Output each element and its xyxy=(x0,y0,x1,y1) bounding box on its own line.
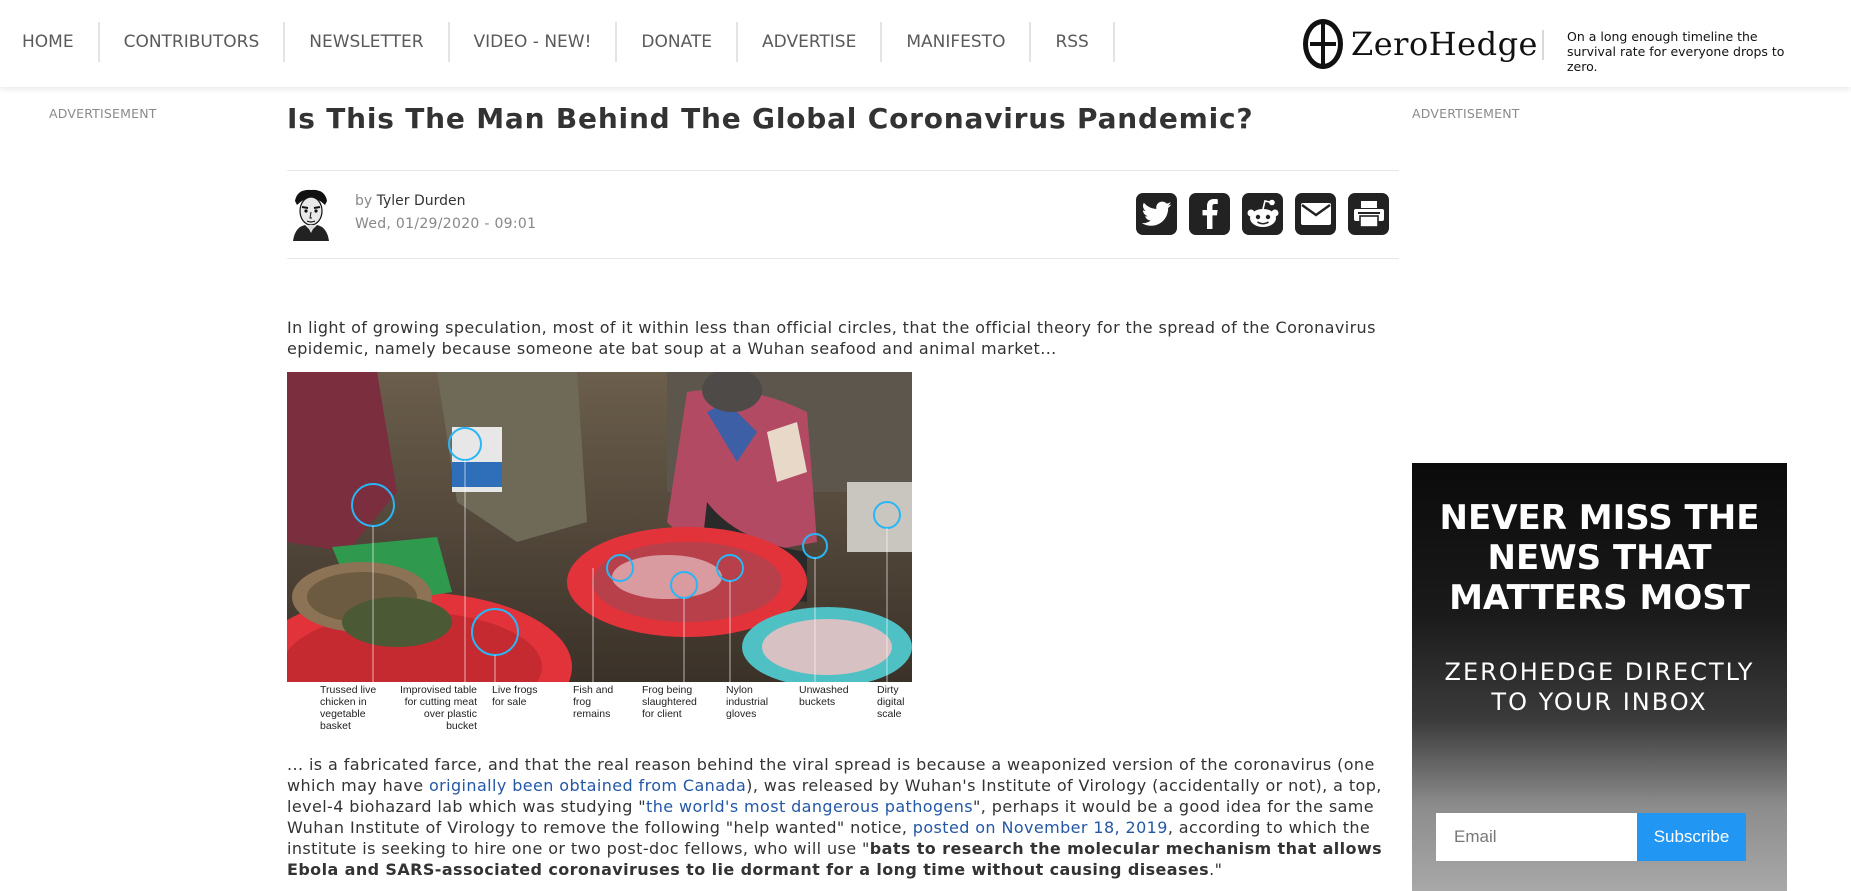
figure-caption: Unwashed buckets xyxy=(799,684,849,708)
newsletter-headline: NEVER MISS THE NEWS THAT MATTERS MOST xyxy=(1412,498,1787,618)
newsletter-sub-line: TO YOUR INBOX xyxy=(1491,688,1708,716)
article-body: ... is a fabricated farce, and that the … xyxy=(287,754,1399,880)
wet-market-photo xyxy=(287,372,912,682)
site-logo[interactable]: ZeroHedge xyxy=(1303,18,1538,70)
logo-mark-icon xyxy=(1303,19,1343,69)
newsletter-headline-line: NEVER MISS THE xyxy=(1439,498,1760,538)
logo-divider xyxy=(1542,30,1544,60)
nav-rss[interactable]: RSS xyxy=(1031,22,1115,62)
byline: by Tyler Durden xyxy=(355,193,466,209)
newsletter-headline-line: NEWS THAT xyxy=(1487,538,1712,578)
newsletter-headline-line: MATTERS MOST xyxy=(1449,578,1750,618)
body-text: ." xyxy=(1209,860,1223,879)
print-icon xyxy=(1353,201,1384,227)
link-canada-source[interactable]: originally been obtained from Canada xyxy=(429,776,746,795)
link-dangerous-pathogens[interactable]: the world's most dangerous pathogens xyxy=(646,797,973,816)
site-tagline: On a long enough timeline the survival r… xyxy=(1567,29,1785,74)
nav-video[interactable]: VIDEO - NEW! xyxy=(450,22,618,62)
figure-caption: Trussed live chicken in vegetable basket xyxy=(320,684,377,732)
divider xyxy=(287,170,1399,171)
newsletter-form: Subscribe xyxy=(1436,813,1746,861)
right-ad-label: ADVERTISEMENT xyxy=(1412,106,1520,121)
facebook-icon xyxy=(1202,199,1218,229)
reddit-share-button[interactable] xyxy=(1242,193,1283,235)
byline-prefix: by xyxy=(355,193,373,209)
site-header: HOME CONTRIBUTORS NEWSLETTER VIDEO - NEW… xyxy=(0,0,1851,87)
link-posted-date[interactable]: posted on November 18, 2019 xyxy=(913,818,1168,837)
subscribe-button[interactable]: Subscribe xyxy=(1637,813,1746,861)
nav-contributors[interactable]: CONTRIBUTORS xyxy=(100,22,286,62)
publish-date: Wed, 01/29/2020 - 09:01 xyxy=(355,216,537,232)
article-figure: Trussed live chicken in vegetable basket… xyxy=(287,372,912,734)
email-icon xyxy=(1300,203,1331,225)
logo-text: ZeroHedge xyxy=(1351,25,1538,63)
figure-caption: Dirty digital scale xyxy=(877,684,905,720)
email-share-button[interactable] xyxy=(1295,193,1336,235)
figure-caption: Frog being slaughtered for client xyxy=(642,684,697,720)
newsletter-sub-line: ZEROHEDGE DIRECTLY xyxy=(1444,658,1755,686)
author-avatar[interactable] xyxy=(287,187,335,241)
figure-caption: Nylon industrial gloves xyxy=(726,684,769,720)
figure-caption: Improvised table for cutting meat over p… xyxy=(399,684,477,732)
left-ad-label: ADVERTISEMENT xyxy=(49,106,157,121)
twitter-share-button[interactable] xyxy=(1136,193,1177,235)
nav-donate[interactable]: DONATE xyxy=(617,22,739,62)
newsletter-subheadline: ZEROHEDGE DIRECTLY TO YOUR INBOX xyxy=(1412,657,1787,717)
share-buttons xyxy=(1136,193,1389,235)
main-nav: HOME CONTRIBUTORS NEWSLETTER VIDEO - NEW… xyxy=(0,22,1115,62)
print-button[interactable] xyxy=(1348,193,1389,235)
divider xyxy=(287,258,1399,259)
nav-advertise[interactable]: ADVERTISE xyxy=(738,22,883,62)
figure-captions: Trussed live chicken in vegetable basket… xyxy=(287,684,912,734)
reddit-icon xyxy=(1247,199,1278,227)
facebook-share-button[interactable] xyxy=(1189,193,1230,235)
twitter-icon xyxy=(1141,201,1171,226)
newsletter-signup: NEVER MISS THE NEWS THAT MATTERS MOST ZE… xyxy=(1412,463,1787,891)
article-title: Is This The Man Behind The Global Corona… xyxy=(287,102,1254,135)
email-input[interactable] xyxy=(1436,813,1637,861)
figure-caption: Live frogs for sale xyxy=(492,684,538,708)
author-name[interactable]: Tyler Durden xyxy=(377,193,466,209)
nav-home[interactable]: HOME xyxy=(0,22,100,62)
nav-manifesto[interactable]: MANIFESTO xyxy=(882,22,1032,62)
article-intro: In light of growing speculation, most of… xyxy=(287,318,1376,358)
figure-caption: Fish and frog remains xyxy=(573,684,614,720)
nav-newsletter[interactable]: NEWSLETTER xyxy=(285,22,450,62)
